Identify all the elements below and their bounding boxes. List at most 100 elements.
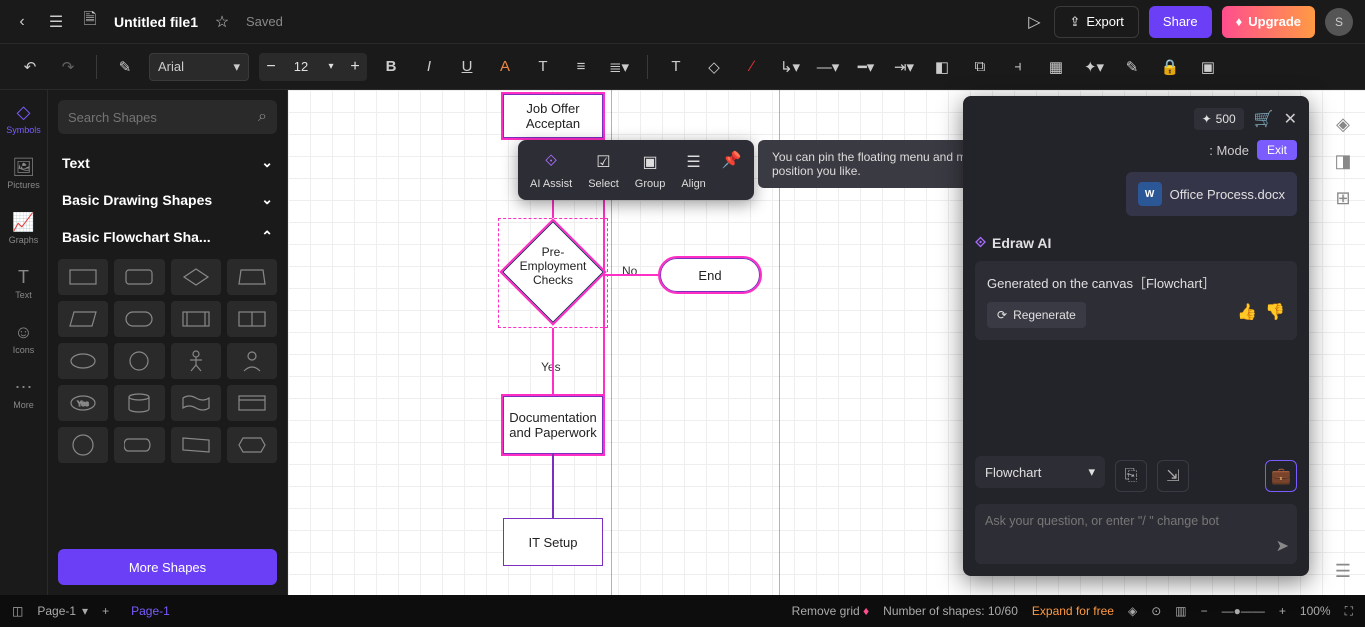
shape-ellipse[interactable]	[58, 343, 108, 379]
shape-parallelogram[interactable]	[58, 301, 108, 337]
diagram-type-select[interactable]: Flowchart▾	[975, 456, 1105, 488]
pages-icon[interactable]: ◫	[12, 604, 23, 618]
briefcase-icon[interactable]: 💼	[1265, 460, 1297, 492]
theme-icon[interactable]: ◈	[1336, 114, 1350, 135]
effects-icon[interactable]: ✦▾	[1080, 53, 1108, 81]
rail-graphs[interactable]: 📈Graphs	[4, 208, 44, 249]
rail-icons[interactable]: ☺Icons	[4, 318, 44, 359]
shape-diamond[interactable]	[171, 259, 221, 295]
cat-basic-flowchart[interactable]: Basic Flowchart Sha...⌃	[58, 218, 277, 255]
search-shapes[interactable]: ⌕	[58, 100, 277, 134]
shape-manual[interactable]	[171, 427, 221, 463]
container-icon[interactable]: ▣	[1194, 53, 1222, 81]
shape-cylinder2[interactable]	[114, 427, 164, 463]
cat-basic-drawing[interactable]: Basic Drawing Shapes⌄	[58, 181, 277, 218]
fullscreen-icon[interactable]: ⛶	[1345, 604, 1353, 619]
close-icon[interactable]: ✕	[1284, 109, 1297, 129]
shape-subroutine[interactable]	[171, 301, 221, 337]
search-input[interactable]	[68, 110, 258, 125]
distribute-icon[interactable]: ▦	[1042, 53, 1070, 81]
shape-roundrect[interactable]	[114, 259, 164, 295]
underline-icon[interactable]: U	[453, 53, 481, 81]
connector[interactable]	[601, 274, 659, 276]
attached-file[interactable]: W Office Process.docx	[1126, 172, 1297, 216]
focus-icon[interactable]: ⊙	[1151, 604, 1161, 618]
line-height-icon[interactable]: ≣▾	[605, 53, 633, 81]
zoom-in-icon[interactable]: +	[1279, 604, 1286, 618]
zoom-out-icon[interactable]: −	[1201, 604, 1208, 618]
ai-assist-button[interactable]: ⟐AI Assist	[530, 150, 572, 190]
align-objects-icon[interactable]: ⫞	[1004, 53, 1032, 81]
undo-icon[interactable]: ↶	[16, 53, 44, 81]
connector[interactable]	[552, 454, 554, 518]
text-effect-icon[interactable]: T	[529, 53, 557, 81]
size-plus[interactable]: +	[343, 58, 367, 76]
more-shapes-button[interactable]: More Shapes	[58, 549, 277, 585]
connector[interactable]	[603, 190, 605, 430]
fill-icon[interactable]: ◇	[700, 53, 728, 81]
more-icon[interactable]: ☰	[1335, 561, 1351, 582]
shape-off-page[interactable]	[58, 427, 108, 463]
rail-pictures[interactable]: 🖼Pictures	[4, 153, 44, 194]
pin-icon[interactable]: 📌	[722, 150, 742, 170]
credits-badge[interactable]: ✦500	[1194, 108, 1244, 130]
play-icon[interactable]: ▷	[1024, 12, 1044, 32]
line-weight-icon[interactable]: ━▾	[852, 53, 880, 81]
back-icon[interactable]: ‹	[12, 12, 32, 32]
shape-display[interactable]	[227, 259, 277, 295]
format-painter-icon[interactable]: ✎	[111, 53, 139, 81]
page-select[interactable]: Page-1▾	[37, 604, 88, 618]
expand-button[interactable]: Expand for free	[1032, 604, 1114, 618]
text-tool-icon[interactable]: T	[662, 53, 690, 81]
add-page-icon[interactable]: +	[102, 604, 109, 618]
bold-icon[interactable]: B	[377, 53, 405, 81]
exit-button[interactable]: Exit	[1257, 140, 1297, 160]
shape-actor[interactable]	[171, 343, 221, 379]
file-icon[interactable]: 🗎	[80, 12, 100, 32]
arrow-style-icon[interactable]: ⇥▾	[890, 53, 918, 81]
avatar[interactable]: S	[1325, 8, 1353, 36]
align-text-icon[interactable]: ≡	[567, 53, 595, 81]
layers-icon[interactable]: ◈	[1128, 604, 1137, 618]
shape-tape[interactable]	[171, 385, 221, 421]
thumbs-up-icon[interactable]: 👍	[1237, 302, 1257, 322]
align-button[interactable]: ☰Align	[681, 150, 705, 190]
star-icon[interactable]: ☆	[212, 12, 232, 32]
send-icon[interactable]: ➤	[1276, 536, 1289, 556]
layer-icon[interactable]: ◧	[928, 53, 956, 81]
select-button[interactable]: ☑Select	[588, 150, 619, 190]
rail-more[interactable]: ⋯More	[4, 373, 44, 414]
stroke-color-icon[interactable]: ∕	[738, 53, 766, 81]
menu-icon[interactable]: ☰	[46, 12, 66, 32]
insert-icon[interactable]: ⎘	[1115, 460, 1147, 492]
node-end[interactable]: End	[660, 258, 760, 292]
node-offer[interactable]: Job Offer Acceptan	[503, 94, 603, 138]
connector-icon[interactable]: ↳▾	[776, 53, 804, 81]
export-icon[interactable]: ⇲	[1157, 460, 1189, 492]
copy-icon[interactable]: ⧉	[966, 53, 994, 81]
regenerate-button[interactable]: ⟳Regenerate	[987, 302, 1086, 328]
export-button[interactable]: ⇪Export	[1054, 6, 1138, 38]
page-tab[interactable]: Page-1	[123, 604, 178, 618]
remove-grid-button[interactable]: Remove grid ♦	[792, 604, 870, 618]
thumbs-down-icon[interactable]: 👎	[1265, 302, 1285, 322]
shape-loop[interactable]	[227, 427, 277, 463]
search-icon[interactable]: ⌕	[258, 108, 267, 126]
ai-input[interactable]: Ask your question, or enter "/ " change …	[975, 504, 1297, 564]
zoom-slider[interactable]: —●——	[1222, 604, 1265, 618]
node-docs[interactable]: Documentation and Paperwork	[503, 396, 603, 454]
italic-icon[interactable]: I	[415, 53, 443, 81]
lock-icon[interactable]: 🔒	[1156, 53, 1184, 81]
font-select[interactable]: Arial▾	[149, 53, 249, 81]
shape-user[interactable]	[227, 343, 277, 379]
shape-cylinder[interactable]	[114, 385, 164, 421]
ruler-icon[interactable]: ▥	[1175, 604, 1186, 618]
panel-icon[interactable]: ◨	[1334, 151, 1351, 172]
share-button[interactable]: Share	[1149, 6, 1212, 38]
shape-card[interactable]	[227, 385, 277, 421]
rail-symbols[interactable]: ◇Symbols	[4, 98, 44, 139]
line-style-icon[interactable]: —▾	[814, 53, 842, 81]
node-it[interactable]: IT Setup	[503, 518, 603, 566]
cat-text[interactable]: Text⌄	[58, 144, 277, 181]
shape-stored[interactable]	[227, 301, 277, 337]
